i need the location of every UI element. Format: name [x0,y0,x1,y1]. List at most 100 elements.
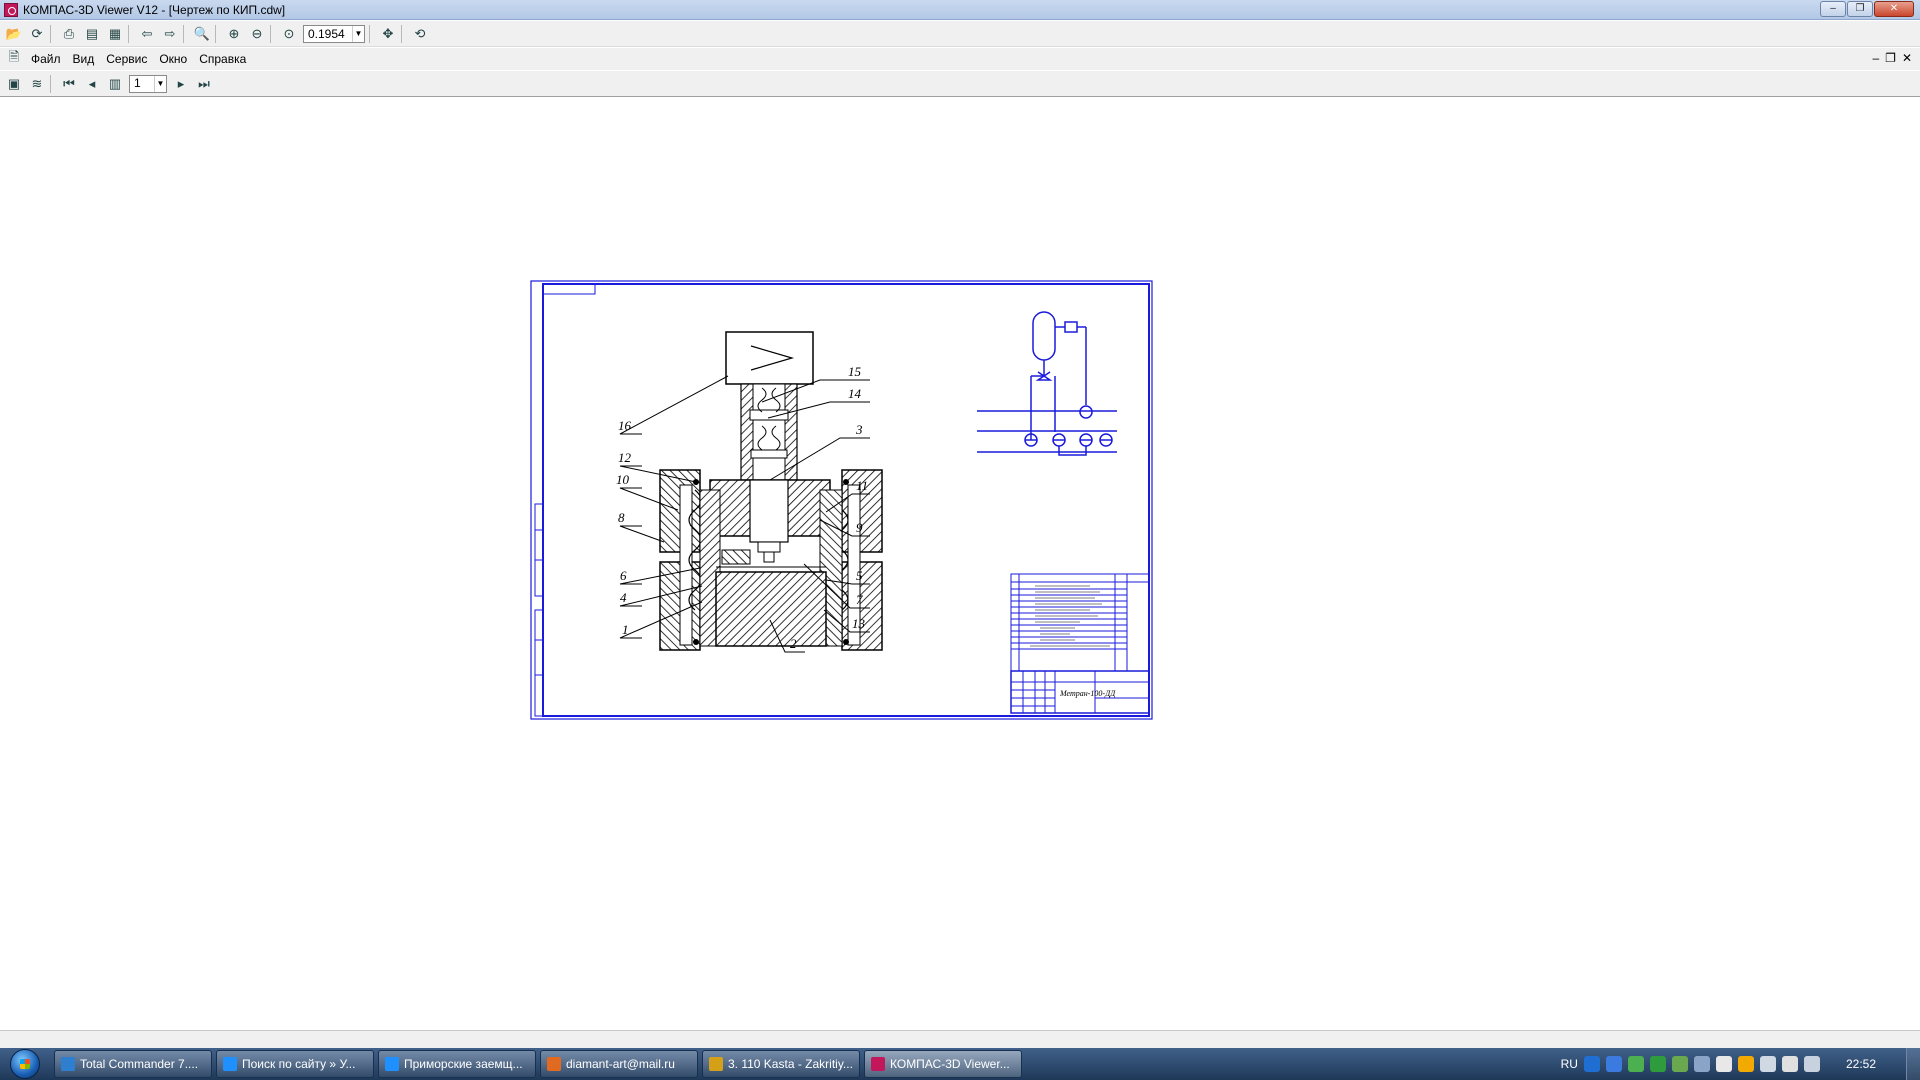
zoom-field[interactable]: 0.1954 ▼ [303,24,365,43]
kompas-app-icon [871,1057,885,1071]
system-tray: RU 22:52 [1561,1048,1920,1080]
back-arrow-icon[interactable]: ⇦ [138,25,156,43]
task-browser-search[interactable]: Поиск по сайту » У... [216,1050,374,1078]
pan-icon[interactable]: ✥ [379,25,397,43]
bluetooth-icon[interactable] [1605,1056,1622,1072]
title-bar: КОМПАС-3D Viewer V12 - [Чертеж по КИП.cd… [0,0,1920,20]
toolbar-separator [215,24,216,43]
mail-agent-icon [547,1057,561,1071]
forward-arrow-icon[interactable]: ⇨ [161,25,179,43]
status-bar [0,1030,1920,1050]
sheet-icon[interactable]: ▣ [5,75,23,93]
standard-toolbar: 📂 ⟳ ⎙ ▤ ▦ ⇦ ⇨ 🔍 ⊕ ⊖ ⊙ 0.1954 ▼ ✥ ⟲ [0,21,1920,47]
security-icon[interactable] [1737,1056,1754,1072]
close-button[interactable]: ✕ [1874,1,1914,17]
toolbar-separator [128,24,129,43]
document-icon: 🗎 [8,49,20,64]
task-label: КОМПАС-3D Viewer... [890,1057,1010,1071]
windows-logo-icon [10,1049,40,1079]
layout-toolbar: ▣ ≋ ⏮ ◂ ▥ 1 ▼ ▸ ⏭ [0,71,1920,97]
doc-close-button[interactable]: ✕ [1902,51,1912,65]
toolbar-separator [183,24,184,43]
task-kompas-viewer[interactable]: КОМПАС-3D Viewer... [864,1050,1022,1078]
callout-15: 15 [848,364,862,379]
task-total-commander[interactable]: Total Commander 7.... [54,1050,212,1078]
drawing-canvas[interactable]: 15 14 16 3 12 11 10 8 9 6 5 4 7 1 13 2 М… [0,98,1920,1030]
music-player-icon [709,1057,723,1071]
zoom-in-icon[interactable]: ⊕ [225,25,243,43]
previous-page-icon[interactable]: ◂ [83,75,101,93]
callout-8: 8 [618,510,625,525]
help-icon[interactable] [1583,1056,1600,1072]
page-number-field[interactable]: 1 ▼ [129,74,167,93]
menu-view[interactable]: Вид [73,52,95,66]
callout-14: 14 [848,386,862,401]
task-music-player[interactable]: 3. 110 Kasta - Zakritiy... [702,1050,860,1078]
callout-7: 7 [856,592,863,607]
doc-restore-button[interactable]: ❐ [1885,51,1896,65]
window-title: КОМПАС-3D Viewer V12 - [Чертеж по КИП.cd… [23,2,286,17]
layers-icon[interactable]: ≋ [28,75,46,93]
kompas-app-icon [4,2,18,17]
menu-window[interactable]: Окно [159,52,187,66]
zoom-scale-icon[interactable]: ⊙ [280,25,298,43]
callout-16: 16 [618,418,632,433]
zoom-window-icon[interactable]: 🔍 [193,25,211,43]
document-window-controls: ‒ ❐ ✕ [1872,51,1912,65]
zoom-out-icon[interactable]: ⊖ [248,25,266,43]
task-label: 3. 110 Kasta - Zakritiy... [728,1057,853,1071]
last-page-icon[interactable]: ⏭ [195,75,213,93]
redraw-icon[interactable]: ⟲ [411,25,429,43]
task-label: Total Commander 7.... [80,1057,199,1071]
action-center-flag-icon[interactable] [1715,1056,1732,1072]
task-label: diamant-art@mail.ru [566,1057,675,1071]
print-preview-icon[interactable]: ▤ [83,25,101,43]
toolbar-separator [401,24,402,43]
speaker-icon[interactable] [1781,1056,1798,1072]
callout-13: 13 [852,616,866,631]
refresh-document-icon[interactable]: ⟳ [28,25,46,43]
task-browser-loans[interactable]: Приморские заемщ... [378,1050,536,1078]
start-button[interactable] [0,1048,50,1080]
callout-4: 4 [620,590,627,605]
total-commander-icon [61,1057,75,1071]
device-icon[interactable] [1693,1056,1710,1072]
chevron-down-icon[interactable]: ▼ [352,25,364,42]
callout-12: 12 [618,450,632,465]
window-controls: ‒ ❐ ✕ [1820,1,1914,17]
callout-6: 6 [620,568,627,583]
antivirus-icon[interactable] [1627,1056,1644,1072]
language-indicator[interactable]: RU [1561,1057,1578,1071]
menu-file[interactable]: Файл [31,52,61,66]
first-page-icon[interactable]: ⏮ [60,75,78,93]
chevron-down-icon[interactable]: ▼ [154,75,166,92]
toolbar-separator [270,24,271,43]
show-desktop-button[interactable] [1906,1048,1920,1080]
callout-1: 1 [622,622,629,637]
minimize-button[interactable]: ‒ [1820,1,1846,17]
next-page-icon[interactable]: ▸ [172,75,190,93]
network-icon[interactable] [1759,1056,1776,1072]
toolbar-separator [50,74,51,93]
menu-service[interactable]: Сервис [106,52,147,66]
callout-2: 2 [790,636,797,651]
document-properties-icon[interactable]: ▦ [106,25,124,43]
volume-icon[interactable] [1803,1056,1820,1072]
menu-bar: 🗎 Файл Вид Сервис Окно Справка ‒ ❐ ✕ [0,48,1920,70]
pages-icon[interactable]: ▥ [106,75,124,93]
update-icon[interactable] [1649,1056,1666,1072]
menu-help[interactable]: Справка [199,52,246,66]
internet-explorer-icon [385,1057,399,1071]
open-folder-icon[interactable]: 📂 [5,25,23,43]
task-mail[interactable]: diamant-art@mail.ru [540,1050,698,1078]
maximize-button[interactable]: ❐ [1847,1,1873,17]
print-icon[interactable]: ⎙ [60,25,78,43]
doc-minimize-button[interactable]: ‒ [1872,51,1879,65]
callout-5: 5 [856,568,863,583]
callout-11: 11 [856,478,868,493]
clock[interactable]: 22:52 [1846,1057,1876,1071]
callout-3: 3 [855,422,863,437]
toolbar-separator [50,24,51,43]
internet-explorer-icon [223,1057,237,1071]
utorrent-icon[interactable] [1671,1056,1688,1072]
